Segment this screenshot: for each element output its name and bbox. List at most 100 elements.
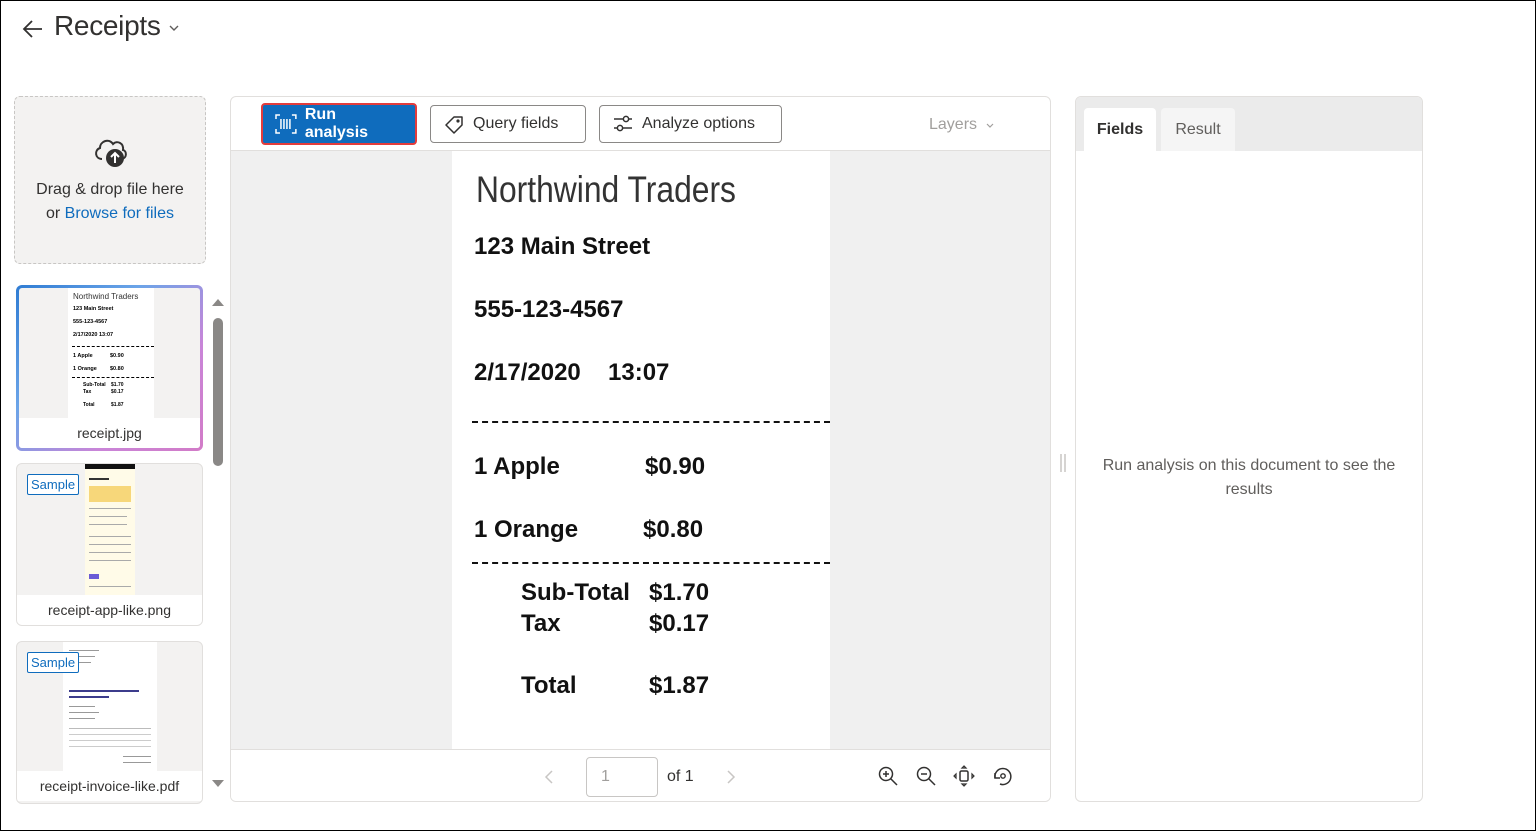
zoom-out-icon[interactable] (915, 765, 937, 787)
thumb-divider (72, 346, 154, 347)
thumb-item2-price: $0.80 (110, 366, 124, 372)
receipt-store-name: Northwind Traders (476, 169, 736, 210)
page-number-input[interactable]: 1 (586, 757, 658, 797)
receipt-item-price: $0.90 (645, 453, 706, 480)
browse-files-link[interactable]: Browse for files (65, 205, 174, 222)
results-tabbar: Fields Result (1076, 97, 1422, 151)
file-name: receipt.jpg (19, 418, 200, 448)
tag-icon (445, 116, 463, 134)
thumb-tax: $0.17 (111, 389, 124, 395)
thumb-line (69, 712, 99, 713)
document-toolbar: Run analysis Query fields Analyze option… (231, 97, 1050, 151)
receipt-tax-label: Tax (521, 610, 561, 637)
sample-badge: Sample (27, 652, 80, 673)
file-name: receipt-app-like.png (17, 595, 202, 625)
thumb-total-label: Total (83, 402, 95, 408)
file-item-receipt-invoice-like-pdf[interactable]: Sample receipt-invoice-like.pdf (16, 641, 203, 804)
receipt-subtotal-label: Sub-Total (521, 579, 630, 606)
thumb-card (89, 574, 99, 579)
receipt-divider (472, 421, 830, 423)
page-title: Receipts (54, 10, 161, 41)
thumb-street: 123 Main Street (73, 306, 114, 312)
thumb-title: Northwind Traders (73, 292, 139, 301)
thumb-line (69, 650, 99, 651)
cloud-upload-icon (95, 139, 127, 167)
thumb-line (69, 718, 95, 719)
barcode-scan-icon (275, 114, 297, 134)
thumb-divider (72, 377, 154, 378)
thumb-item2: 1 Orange (73, 366, 97, 372)
run-analysis-label: Run analysis (304, 106, 369, 141)
thumb-line (69, 740, 151, 741)
file-item-receipt-jpg[interactable]: Northwind Traders 123 Main Street 555-12… (16, 285, 203, 451)
scroll-down-icon[interactable] (211, 779, 225, 789)
sample-badge: Sample (27, 474, 80, 495)
back-arrow-icon[interactable] (22, 18, 44, 40)
chevron-down-icon (986, 123, 994, 128)
thumb-datetime: 2/17/2020 13:07 (73, 332, 114, 338)
document-viewer[interactable]: Northwind Traders 123 Main Street 555-12… (231, 151, 1050, 749)
page-count: of 1 (667, 768, 694, 785)
analyze-options-button[interactable]: Analyze options (599, 105, 782, 143)
query-fields-button[interactable]: Query fields (430, 105, 586, 143)
thumb-line (89, 524, 127, 525)
run-analysis-button[interactable]: Run analysis (261, 103, 417, 145)
file-dropzone[interactable]: Drag & drop file here or Browse for file… (14, 96, 206, 264)
thumb-item1-price: $0.90 (110, 353, 124, 359)
thumb-heading (69, 696, 109, 698)
results-panel: Fields Result Run analysis on this docum… (1075, 96, 1423, 802)
phone-notch (85, 464, 135, 469)
tab-fields[interactable]: Fields (1084, 108, 1156, 151)
receipt-street: 123 Main Street (474, 233, 651, 260)
thumb-line (89, 508, 131, 509)
dropzone-browse-line: or Browse for files (15, 205, 205, 223)
dropzone-instruction: Drag & drop file here (36, 181, 184, 198)
thumb-line (69, 746, 151, 747)
receipt-subtotal: $1.70 (649, 579, 710, 606)
rotate-icon[interactable] (991, 765, 1013, 787)
thumb-line (89, 478, 109, 480)
query-fields-label: Query fields (473, 115, 559, 132)
thumb-tax-label: Tax (83, 389, 92, 395)
receipt-date: 2/17/2020 (474, 359, 581, 386)
layers-dropdown[interactable]: Layers (929, 116, 977, 134)
document-panel: Run analysis Query fields Analyze option… (230, 96, 1051, 802)
receipt-item-price: $0.80 (643, 516, 704, 543)
chevron-right-icon[interactable] (725, 770, 737, 784)
tab-result[interactable]: Result (1161, 108, 1235, 151)
thumb-line (123, 762, 151, 763)
thumb-line (89, 552, 131, 553)
chevron-down-icon[interactable] (168, 22, 180, 34)
thumb-line (89, 544, 131, 545)
results-empty-message: Run analysis on this document to see the… (1102, 457, 1396, 498)
file-list-scrollbar[interactable] (213, 318, 223, 466)
thumb-total: $1.87 (111, 402, 124, 408)
zoom-in-icon[interactable] (877, 765, 899, 787)
thumb-phone: 555-123-4567 (73, 319, 108, 325)
receipt-divider (472, 562, 830, 564)
thumb-heading (69, 690, 139, 692)
thumb-line (89, 536, 131, 537)
scroll-up-icon[interactable] (211, 297, 225, 307)
receipt-item-label: 1 Orange (474, 516, 579, 543)
thumb-line (69, 728, 151, 729)
thumb-line (69, 706, 95, 707)
thumb-item1: 1 Apple (73, 353, 93, 359)
file-item-receipt-app-like-png[interactable]: Sample receipt-app-like.png (16, 463, 203, 626)
thumb-line (89, 560, 131, 561)
thumb-line (69, 734, 151, 735)
thumb-subtotal-label: Sub-Total (83, 382, 106, 388)
thumb-highlight (89, 486, 131, 502)
receipt-tax: $0.17 (649, 610, 710, 637)
thumb-line (89, 586, 131, 587)
thumb-line (123, 756, 151, 757)
receipt-item-label: 1 Apple (474, 453, 560, 480)
receipt-total: $1.87 (649, 672, 710, 699)
receipt-total-label: Total (521, 672, 577, 699)
fit-page-icon[interactable] (953, 765, 975, 787)
receipt-time: 13:07 (608, 359, 670, 386)
panel-resize-handle[interactable] (1059, 454, 1067, 472)
chevron-left-icon[interactable] (543, 770, 555, 784)
thumb-line (89, 516, 127, 517)
or-text: or (45, 205, 65, 222)
